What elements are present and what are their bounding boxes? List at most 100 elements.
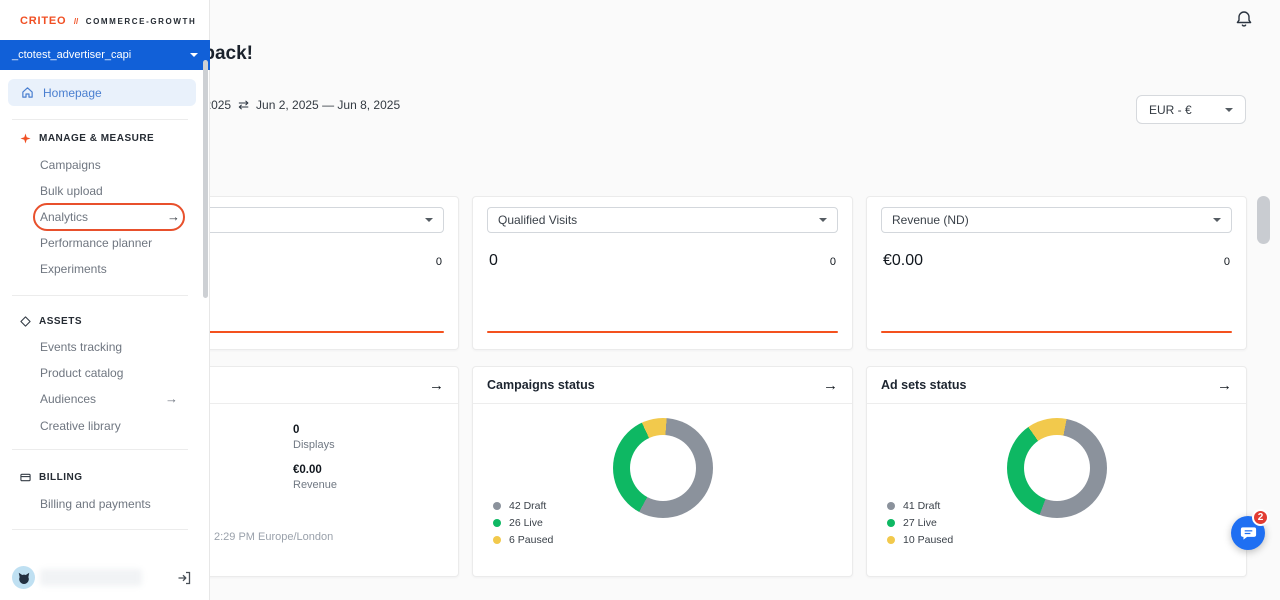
sidebar-item-experiments[interactable]: Experiments xyxy=(40,256,107,282)
legend: 42 Draft 26 Live 6 Paused xyxy=(493,500,553,546)
metric-card-2: Qualified Visits 0 0 xyxy=(472,196,853,350)
legend-item: 10 Paused xyxy=(887,534,953,546)
legend-dot xyxy=(887,502,895,510)
legend-item: 26 Live xyxy=(493,517,553,529)
legend-item: 6 Paused xyxy=(493,534,553,546)
metric-value: 0 xyxy=(489,252,498,270)
divider xyxy=(12,119,188,120)
legend-dot xyxy=(493,519,501,527)
metric-value: €0.00 xyxy=(883,252,923,270)
home-icon xyxy=(21,86,34,99)
brand-logo-product: COMMERCE-GROWTH xyxy=(86,17,197,26)
legend: 41 Draft 27 Live 10 Paused xyxy=(887,500,953,546)
advertiser-name: _ctotest_advertiser_capi xyxy=(12,49,131,61)
sidebar-item-performance-planner[interactable]: Performance planner xyxy=(40,230,152,256)
sidebar-item-product-catalog[interactable]: Product catalog xyxy=(40,360,123,386)
legend-dot xyxy=(493,536,501,544)
brand-logo-criteo: CRITEO xyxy=(20,15,66,27)
divider xyxy=(12,529,188,530)
metric-selector[interactable]: Revenue (ND) xyxy=(881,207,1232,233)
chevron-down-icon xyxy=(190,53,198,57)
collapse-sidebar-icon[interactable] xyxy=(176,570,192,586)
legend-label: 6 Paused xyxy=(509,534,553,546)
legend-dot xyxy=(887,519,895,527)
legend-dot xyxy=(493,502,501,510)
sidebar-item-bulk-upload[interactable]: Bulk upload xyxy=(40,178,103,204)
chevron-down-icon xyxy=(1213,218,1221,222)
divider xyxy=(12,295,188,296)
arrow-right-icon[interactable]: → xyxy=(1217,377,1232,394)
section-assets: ASSETS xyxy=(20,314,82,328)
legend-item: 42 Draft xyxy=(493,500,553,512)
section-billing: BILLING xyxy=(20,470,83,484)
user-name-redacted xyxy=(40,569,142,586)
currency-selector[interactable]: EUR - € xyxy=(1136,95,1246,124)
page-scrollbar[interactable] xyxy=(1257,196,1270,244)
sidebar-item-billing-and-payments[interactable]: Billing and payments xyxy=(40,491,151,517)
overview-metric-value: €0.00 xyxy=(293,464,337,476)
campaigns-status-donut-chart xyxy=(613,418,713,518)
overview-metric: 0 Displays xyxy=(293,424,337,451)
sidebar-item-analytics[interactable]: Analytics xyxy=(40,204,88,230)
sidebar-item-creative-library[interactable]: Creative library xyxy=(40,413,121,439)
legend-label: 42 Draft xyxy=(509,500,546,512)
overview-metrics: 0 Displays €0.00 Revenue xyxy=(293,424,337,491)
sidebar-item-label: Homepage xyxy=(43,86,102,100)
section-title: BILLING xyxy=(39,472,83,483)
metric-card-3: Revenue (ND) €0.00 0 xyxy=(866,196,1247,350)
metric-selector-label: Qualified Visits xyxy=(498,213,577,227)
legend-item: 41 Draft xyxy=(887,500,953,512)
metric-compare-value: 0 xyxy=(1224,256,1230,268)
legend-label: 27 Live xyxy=(903,517,937,529)
currency-value: EUR - € xyxy=(1149,103,1192,117)
sparkle-icon xyxy=(20,133,31,144)
arrow-right-icon: → xyxy=(167,204,180,230)
ad-sets-status-card: Ad sets status → 41 Draft 27 Live 10 Pau… xyxy=(866,366,1247,577)
flat-sparkline xyxy=(487,331,838,333)
metric-compare-value: 0 xyxy=(830,256,836,268)
section-manage-measure: MANAGE & MEASURE xyxy=(20,131,154,145)
notifications-bell-icon[interactable] xyxy=(1235,10,1253,28)
user-avatar[interactable] xyxy=(12,566,35,589)
diamond-icon xyxy=(20,316,31,327)
sidebar-item-audiences[interactable]: Audiences xyxy=(40,386,96,412)
compare-arrows-icon: ⇄ xyxy=(238,97,249,113)
legend-label: 26 Live xyxy=(509,517,543,529)
chevron-down-icon xyxy=(1225,108,1233,112)
arrow-right-icon: → xyxy=(165,386,178,412)
section-title: ASSETS xyxy=(39,316,82,327)
date-range-current: Jun 2, 2025 — Jun 8, 2025 xyxy=(256,98,400,112)
arrow-right-icon[interactable]: → xyxy=(429,377,444,394)
brand-logo: CRITEO // COMMERCE-GROWTH xyxy=(20,11,196,29)
legend-label: 10 Paused xyxy=(903,534,953,546)
flat-sparkline xyxy=(881,331,1232,333)
metric-selector-label: Revenue (ND) xyxy=(892,213,969,227)
divider xyxy=(12,449,188,450)
legend-label: 41 Draft xyxy=(903,500,940,512)
sidebar-item-campaigns[interactable]: Campaigns xyxy=(40,152,101,178)
sidebar-item-events-tracking[interactable]: Events tracking xyxy=(40,334,122,360)
metric-selector[interactable]: Qualified Visits xyxy=(487,207,838,233)
chevron-down-icon xyxy=(425,218,433,222)
last-update-timestamp: 2:29 PM Europe/London xyxy=(214,531,333,543)
sidebar: CRITEO // COMMERCE-GROWTH _ctotest_adver… xyxy=(0,0,210,600)
card-title: Ad sets status xyxy=(881,378,966,392)
card-title: Campaigns status xyxy=(487,378,595,392)
credit-card-icon xyxy=(20,472,31,483)
chevron-down-icon xyxy=(819,218,827,222)
ad-sets-status-donut-chart xyxy=(1007,418,1107,518)
brand-logo-separator: // xyxy=(74,17,78,26)
metric-compare-value: 0 xyxy=(436,256,442,268)
arrow-right-icon[interactable]: → xyxy=(823,377,838,394)
section-title: MANAGE & MEASURE xyxy=(39,133,154,144)
legend-dot xyxy=(887,536,895,544)
sidebar-scrollbar[interactable] xyxy=(203,60,208,298)
overview-metric-label: Displays xyxy=(293,439,337,451)
sidebar-item-homepage[interactable]: Homepage xyxy=(8,79,196,106)
chat-unread-badge: 2 xyxy=(1252,509,1269,526)
advertiser-selector[interactable]: _ctotest_advertiser_capi xyxy=(0,40,210,70)
overview-metric-label: Revenue xyxy=(293,479,337,491)
overview-metric-value: 0 xyxy=(293,424,337,436)
legend-item: 27 Live xyxy=(887,517,953,529)
overview-metric: €0.00 Revenue xyxy=(293,464,337,491)
